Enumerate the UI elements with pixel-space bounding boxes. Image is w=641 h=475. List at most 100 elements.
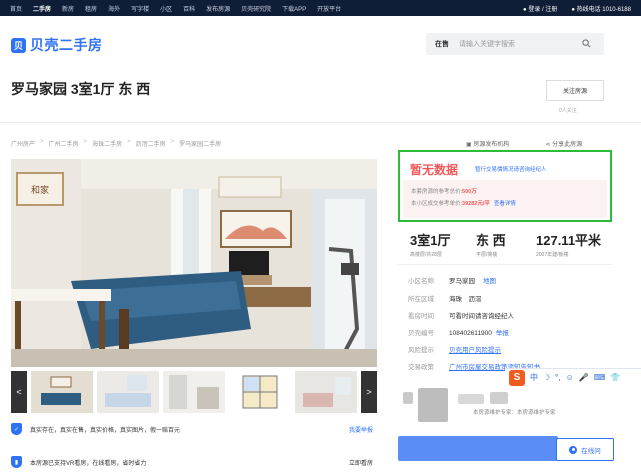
nav-item[interactable]: 海外 xyxy=(108,4,120,13)
nav-item[interactable]: 下载APP xyxy=(282,4,306,13)
share-link[interactable]: ⋖ 分享此房源 xyxy=(545,139,582,148)
logo-mark-icon: 贝 xyxy=(11,37,26,53)
map-link[interactable]: 地图 xyxy=(483,278,496,285)
stat-caption: 2007年建/板楼 xyxy=(536,252,569,258)
page-title: 罗马家园 3室1厅 东 西 xyxy=(11,81,151,97)
sogou-logo-icon[interactable]: S xyxy=(509,369,525,386)
no-data-label: 暂无数据 xyxy=(410,163,459,177)
follow-button[interactable]: 关注房源 xyxy=(546,80,604,101)
share-label[interactable]: 分享此房源 xyxy=(552,142,582,148)
next-arrow[interactable]: > xyxy=(361,371,377,413)
ime-toolbar[interactable]: S 中 ☽ °, ☺ 🎤 ⌨ 👕 xyxy=(505,368,641,386)
area-link[interactable]: 海珠 沥滘 xyxy=(449,293,482,303)
breadcrumb-item[interactable]: 广州房产 xyxy=(11,139,35,148)
login-link[interactable]: ● 登录 / 注册 xyxy=(523,4,557,13)
agent-card xyxy=(398,388,641,424)
view-now-link[interactable]: 立即看房 xyxy=(349,458,373,467)
site-logo[interactable]: 贝 贝壳二手房 xyxy=(11,35,103,55)
breadcrumb: 广州房产 > 广州二手房 > 海珠二手房 > 沥滘二手房 > 罗马家园二手房 xyxy=(11,139,221,148)
avatar[interactable] xyxy=(418,388,448,422)
stat-orientation: 东 西 平层/简装 xyxy=(476,230,506,258)
main-photo[interactable]: 和家 xyxy=(11,159,377,367)
publisher-label[interactable]: 房源发布机构 xyxy=(473,142,509,148)
ime-moon-icon[interactable]: ☽ xyxy=(543,373,550,382)
search-placeholder: 请输入关键字搜索 xyxy=(459,41,515,48)
ime-chinese-icon[interactable]: 中 xyxy=(530,372,538,383)
ime-emoji-icon[interactable]: ☺ xyxy=(566,373,574,382)
thumbnail-image xyxy=(229,371,291,413)
feature-row-authentic: ✓ 真实存在，真实在售，真实价格，真实图片，假一赔百元 我要举报 xyxy=(11,423,373,435)
top-actions: ▣ 房源发布机构 ⋖ 分享此房源 xyxy=(466,139,582,148)
nav-item[interactable]: 小区 xyxy=(160,4,172,13)
nav-item[interactable]: 首页 xyxy=(10,4,22,13)
stat-caption: 高楼层/共28层 xyxy=(410,252,442,258)
report-link[interactable]: 我要举报 xyxy=(349,425,373,434)
feature-text: 真实存在，真实在售，真实价格，真实图片，假一赔百元 xyxy=(30,427,181,434)
breadcrumb-item[interactable]: 广州二手房 xyxy=(49,139,79,148)
vr-icon: ▮ xyxy=(11,456,22,468)
living-room-photo: 和家 xyxy=(11,159,377,367)
stat-value: 127.11平米 xyxy=(536,233,602,248)
hotline: ● 热线电话 1010-6188 xyxy=(571,4,631,13)
price-tip-link[interactable]: 暂行交易價情况请咨询经纪人 xyxy=(475,165,547,173)
chat-icon xyxy=(569,445,578,454)
ime-punctuation-icon[interactable]: °, xyxy=(555,373,560,382)
thumbnail-room[interactable] xyxy=(295,371,357,413)
svg-text:和家: 和家 xyxy=(31,184,49,196)
top-navigation: 首页 二手房 新房 租房 海外 写字楼 小区 百科 发布房源 贝壳研究院 下载APP 开放平台 ● 登… xyxy=(0,0,641,16)
nav-item[interactable]: 新房 xyxy=(62,4,74,13)
risk-notice-link[interactable]: 贝壳用户风险提示 xyxy=(449,344,501,354)
info-label: 风险提示 xyxy=(408,347,434,354)
breadcrumb-separator: > xyxy=(170,139,175,145)
nav-item[interactable]: 租房 xyxy=(85,4,97,13)
nav-item[interactable]: 发布房源 xyxy=(206,4,230,13)
breadcrumb-item[interactable]: 沥滘二手房 xyxy=(136,139,166,148)
blurred-region xyxy=(458,394,484,404)
ime-microphone-icon[interactable]: 🎤 xyxy=(579,373,589,382)
price-panel: 暂无数据 暂行交易價情况请咨询经纪人 本套房源的参考总价:500万 本小区成交参… xyxy=(398,150,612,222)
publisher-link[interactable]: ▣ 房源发布机构 xyxy=(466,139,509,148)
nav-item[interactable]: 开放平台 xyxy=(317,4,341,13)
ref-total-value: 500万 xyxy=(462,189,477,195)
online-chat-button[interactable]: 在线问 xyxy=(556,438,614,461)
search-input[interactable]: 在售 请输入关键字搜索 xyxy=(426,33,604,55)
shield-icon: ✓ xyxy=(11,423,22,435)
thumbnail-living-room[interactable] xyxy=(31,371,93,413)
nav-item[interactable]: 写字楼 xyxy=(131,4,149,13)
house-stats: 3室1厅 高楼层/共28层 东 西 平层/简装 127.11平米 2007年建/… xyxy=(410,230,610,258)
divider xyxy=(0,122,641,123)
ime-keyboard-icon[interactable]: ⌨ xyxy=(594,373,606,382)
login-label[interactable]: 登录 / 注册 xyxy=(528,7,557,13)
breadcrumb-separator: > xyxy=(127,139,131,145)
agent-phone-blurred[interactable] xyxy=(398,436,558,461)
search-category[interactable]: 在售 xyxy=(435,39,449,49)
report-link[interactable]: 举报 xyxy=(496,330,509,337)
blurred-region xyxy=(403,392,413,404)
community-link[interactable]: 罗马家园 xyxy=(449,278,475,285)
info-community: 小区名称 罗马家园 地图 xyxy=(408,275,496,285)
ime-skin-icon[interactable]: 👕 xyxy=(610,373,620,382)
nav-links: 首页 二手房 新房 租房 海外 写字楼 小区 百科 发布房源 贝壳研究院 下载APP 开放平台 xyxy=(10,4,341,13)
nav-item[interactable]: 二手房 xyxy=(33,4,51,13)
info-label: 小区名称 xyxy=(408,278,434,285)
view-details-link[interactable]: 查看详情 xyxy=(494,201,516,207)
thumbnail-image xyxy=(97,371,159,413)
breadcrumb-item[interactable]: 罗马家园二手房 xyxy=(179,139,221,148)
info-area: 所在区域 海珠 沥滘 xyxy=(408,293,482,303)
breadcrumb-separator: > xyxy=(40,139,44,145)
nav-item[interactable]: 百科 xyxy=(183,4,195,13)
thumbnail-floorplan[interactable] xyxy=(229,371,291,413)
thumbnail-kitchen[interactable] xyxy=(163,371,225,413)
thumbnail-image xyxy=(295,371,357,413)
nav-item[interactable]: 贝壳研究院 xyxy=(241,4,271,13)
thumbnail-bedroom[interactable] xyxy=(97,371,159,413)
breadcrumb-item[interactable]: 海珠二手房 xyxy=(92,139,122,148)
ref-total-label: 本套房源的参考总价: xyxy=(411,189,463,195)
logo-text: 贝壳二手房 xyxy=(30,37,103,53)
search-icon[interactable] xyxy=(582,39,591,48)
thumbnail-image xyxy=(163,371,225,413)
thumbnail-image xyxy=(31,371,93,413)
ref-unit-label: 本小区成交参考单价: xyxy=(411,201,463,207)
prev-arrow[interactable]: < xyxy=(11,371,27,413)
online-chat-label[interactable]: 在线问 xyxy=(581,445,601,455)
